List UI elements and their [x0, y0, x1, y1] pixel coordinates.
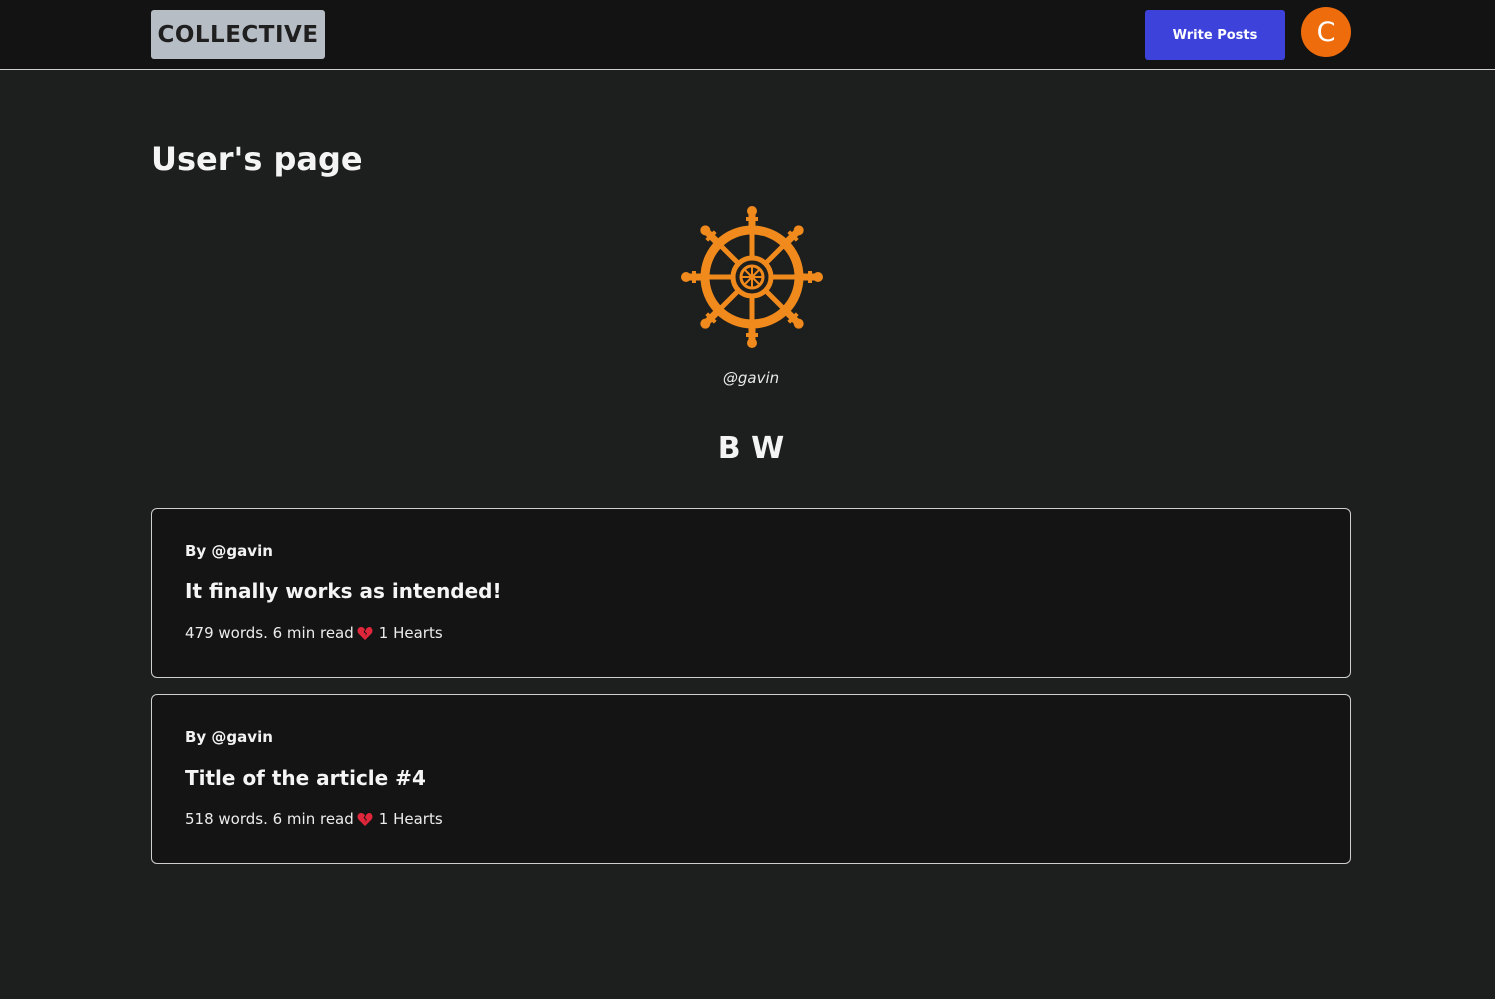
broken-heart-icon	[357, 626, 373, 640]
logo-link[interactable]: COLLECTIVE	[151, 10, 325, 59]
post-card[interactable]: By @gavin It finally works as intended! …	[151, 508, 1351, 678]
dharma-wheel-icon	[680, 205, 824, 349]
top-navbar: COLLECTIVE Write Posts C	[0, 0, 1495, 70]
page-title: User's page	[151, 140, 363, 178]
post-hearts: 1 Hearts	[378, 810, 443, 828]
post-author: By @gavin	[185, 728, 273, 746]
post-title[interactable]: Title of the article #4	[185, 766, 426, 790]
post-word-count: 479 words. 6 min read	[185, 624, 354, 642]
post-meta: 518 words. 6 min read 1 Hearts	[185, 810, 443, 828]
post-card[interactable]: By @gavin Title of the article #4 518 wo…	[151, 694, 1351, 864]
broken-heart-icon	[357, 812, 373, 826]
write-posts-button[interactable]: Write Posts	[1145, 10, 1285, 60]
post-word-count: 518 words. 6 min read	[185, 810, 354, 828]
user-handle: @gavin	[722, 369, 780, 387]
post-meta: 479 words. 6 min read 1 Hearts	[185, 624, 443, 642]
post-hearts: 1 Hearts	[378, 624, 443, 642]
post-author: By @gavin	[185, 542, 273, 560]
post-title[interactable]: It finally works as intended!	[185, 579, 502, 603]
user-avatar[interactable]: C	[1301, 7, 1351, 57]
user-display-name: B W	[717, 431, 785, 466]
